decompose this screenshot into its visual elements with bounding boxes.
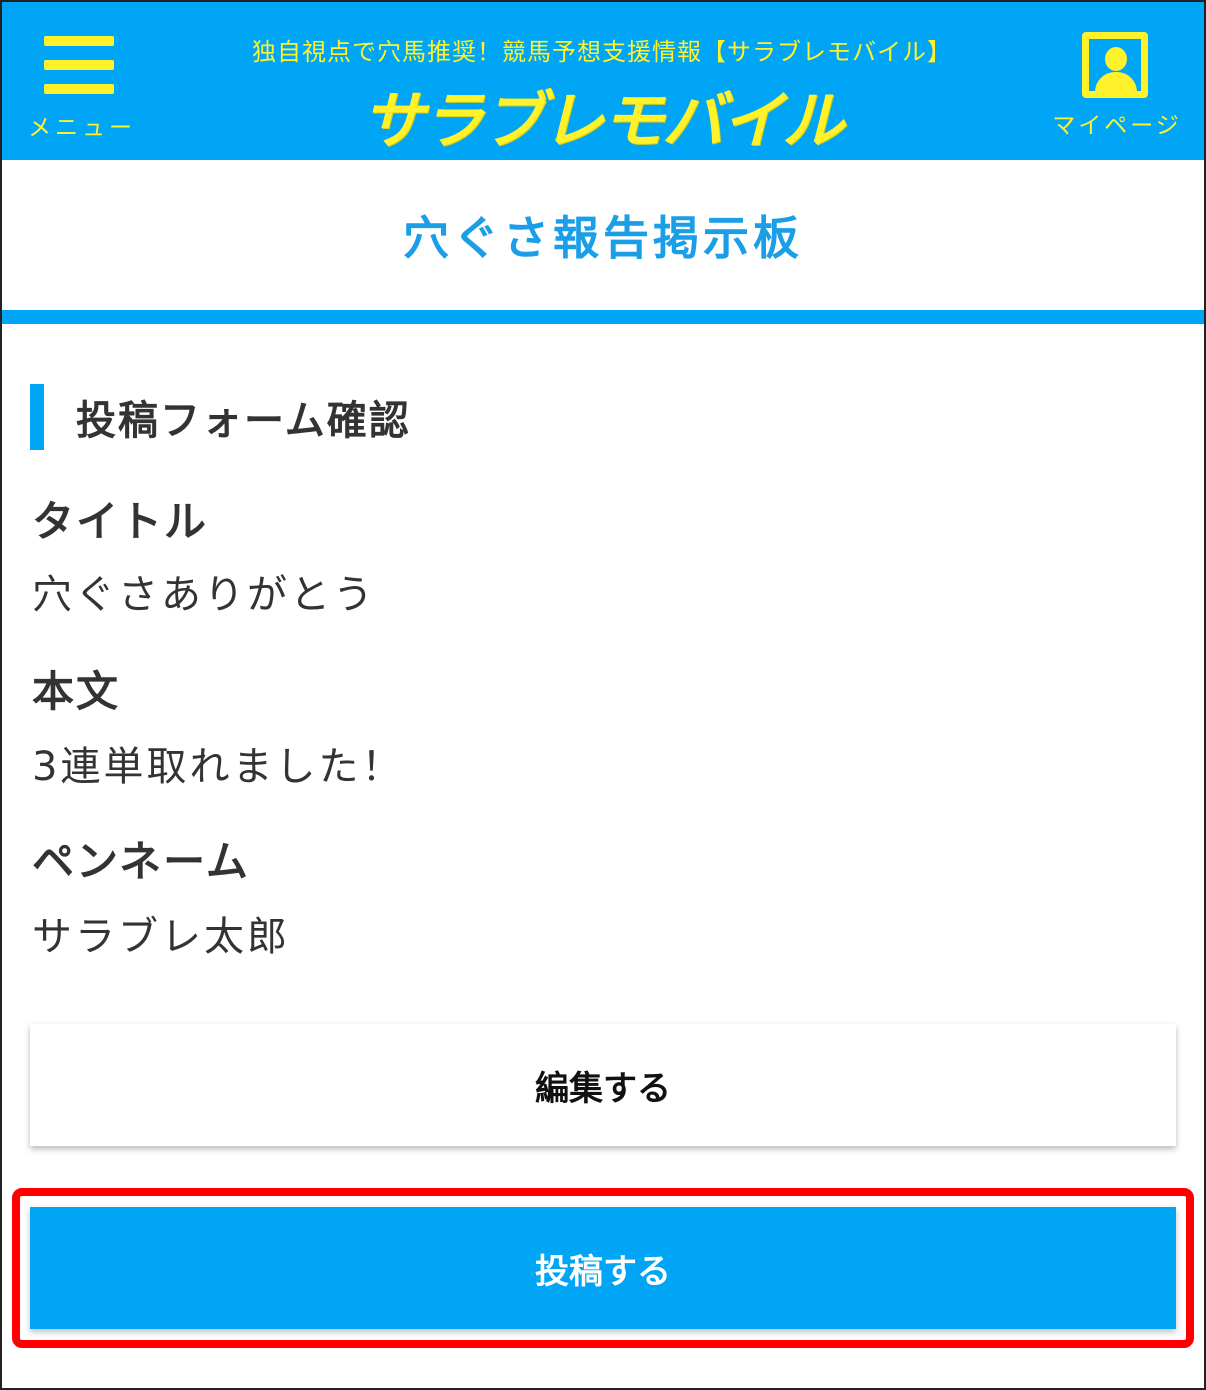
title-divider (2, 310, 1204, 324)
menu-label: メニュー (28, 115, 136, 141)
user-profile-icon (1082, 32, 1148, 98)
site-tagline: 独自視点で穴馬推奨！競馬予想支援情報【サラブレモバイル】 (252, 38, 952, 66)
field-value-title: 穴ぐさありがとう (32, 572, 376, 618)
page-title: 穴ぐさ報告掲示板 (403, 211, 803, 265)
site-header: メニュー 独自視点で穴馬推奨！競馬予想支援情報【サラブレモバイル】 サラブレモバ… (2, 2, 1204, 160)
submit-button[interactable]: 投稿する (30, 1207, 1176, 1329)
field-value-penname: サラブレ太郎 (32, 914, 290, 960)
menu-button[interactable]: メニュー (22, 28, 142, 141)
mypage-label: マイページ (1052, 113, 1182, 139)
field-label-title: タイトル (32, 497, 209, 546)
hamburger-menu-icon (44, 36, 116, 94)
form-confirm-heading: 投稿フォーム確認 (30, 384, 411, 450)
mypage-button[interactable]: マイページ (1042, 32, 1192, 142)
field-label-penname: ペンネーム (32, 837, 250, 886)
field-label-body: 本文 (32, 667, 121, 716)
site-logo[interactable]: サラブレモバイル (302, 70, 902, 160)
edit-button[interactable]: 編集する (30, 1024, 1176, 1146)
field-value-body: 3連単取れました！ (32, 744, 405, 790)
